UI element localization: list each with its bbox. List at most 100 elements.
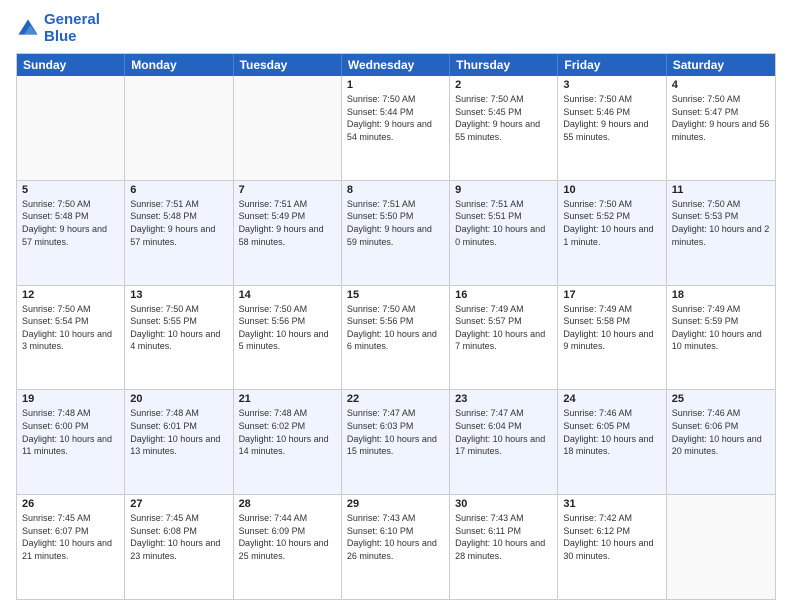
week-row: 1 Sunrise: 7:50 AMSunset: 5:44 PMDaylight… <box>17 76 775 180</box>
day-number: 21 <box>239 393 336 405</box>
week-row: 26 Sunrise: 7:45 AMSunset: 6:07 PMDayligh… <box>17 494 775 599</box>
day-cell <box>234 76 342 180</box>
day-number: 16 <box>455 289 552 301</box>
day-cell: 30Sunrise: 7:43 AMSunset: 6:11 PMDayligh… <box>450 495 558 599</box>
day-cell: 18 Sunrise: 7:49 AMSunset: 5:59 PMDayligh… <box>667 286 775 390</box>
calendar-page: General Blue SundayMondayTuesdayWednesda… <box>0 0 792 612</box>
day-number: 5 <box>22 184 119 196</box>
day-cell: 31 Sunrise: 7:42 AMSunset: 6:12 PMDayligh… <box>558 495 666 599</box>
day-cell: 6Sunrise: 7:51 AMSunset: 5:48 PMDaylight… <box>125 181 233 285</box>
day-cell: 13 Sunrise: 7:50 AMSunset: 5:55 PMDayligh… <box>125 286 233 390</box>
day-info: Sunrise: 7:42 AMSunset: 6:12 PMDaylight:… <box>563 512 660 562</box>
day-number: 7 <box>239 184 336 196</box>
day-number: 17 <box>563 289 660 301</box>
day-info: Sunrise: 7:50 AMSunset: 5:47 PMDaylight:… <box>672 93 770 143</box>
day-number: 25 <box>672 393 770 405</box>
day-cell: 17 Sunrise: 7:49 AMSunset: 5:58 PMDayligh… <box>558 286 666 390</box>
day-cell: 19Sunrise: 7:48 AMSunset: 6:00 PMDayligh… <box>17 390 125 494</box>
day-cell: 9Sunrise: 7:51 AMSunset: 5:51 PMDaylight… <box>450 181 558 285</box>
week-row: 5 Sunrise: 7:50 AMSunset: 5:48 PMDaylight… <box>17 180 775 285</box>
day-number: 18 <box>672 289 770 301</box>
day-number: 26 <box>22 498 119 510</box>
day-cell: 3 Sunrise: 7:50 AMSunset: 5:46 PMDaylight… <box>558 76 666 180</box>
day-info: Sunrise: 7:50 AMSunset: 5:45 PMDaylight:… <box>455 93 552 143</box>
day-info: Sunrise: 7:51 AMSunset: 5:49 PMDaylight:… <box>239 198 336 248</box>
day-header-saturday: Saturday <box>667 54 775 76</box>
day-number: 11 <box>672 184 770 196</box>
day-info: Sunrise: 7:50 AMSunset: 5:44 PMDaylight:… <box>347 93 444 143</box>
day-cell: 2Sunrise: 7:50 AMSunset: 5:45 PMDaylight… <box>450 76 558 180</box>
day-cell: 25 Sunrise: 7:46 AMSunset: 6:06 PMDayligh… <box>667 390 775 494</box>
day-number: 10 <box>563 184 660 196</box>
day-info: Sunrise: 7:49 AMSunset: 5:57 PMDaylight:… <box>455 303 552 353</box>
day-number: 9 <box>455 184 552 196</box>
day-cell: 24Sunrise: 7:46 AMSunset: 6:05 PMDayligh… <box>558 390 666 494</box>
day-cell: 20 Sunrise: 7:48 AMSunset: 6:01 PMDayligh… <box>125 390 233 494</box>
day-cell: 10 Sunrise: 7:50 AMSunset: 5:52 PMDayligh… <box>558 181 666 285</box>
day-cell: 14Sunrise: 7:50 AMSunset: 5:56 PMDayligh… <box>234 286 342 390</box>
day-cell <box>17 76 125 180</box>
day-info: Sunrise: 7:46 AMSunset: 6:06 PMDaylight:… <box>672 407 770 457</box>
week-row: 19Sunrise: 7:48 AMSunset: 6:00 PMDayligh… <box>17 389 775 494</box>
logo: General Blue <box>16 12 100 45</box>
day-number: 28 <box>239 498 336 510</box>
day-cell: 29 Sunrise: 7:43 AMSunset: 6:10 PMDayligh… <box>342 495 450 599</box>
weeks-container: 1 Sunrise: 7:50 AMSunset: 5:44 PMDaylight… <box>17 76 775 599</box>
day-cell <box>125 76 233 180</box>
day-info: Sunrise: 7:49 AMSunset: 5:58 PMDaylight:… <box>563 303 660 353</box>
day-cell: 12Sunrise: 7:50 AMSunset: 5:54 PMDayligh… <box>17 286 125 390</box>
day-cell: 5 Sunrise: 7:50 AMSunset: 5:48 PMDaylight… <box>17 181 125 285</box>
calendar-grid: SundayMondayTuesdayWednesdayThursdayFrid… <box>16 53 776 600</box>
day-info: Sunrise: 7:50 AMSunset: 5:46 PMDaylight:… <box>563 93 660 143</box>
day-info: Sunrise: 7:50 AMSunset: 5:55 PMDaylight:… <box>130 303 227 353</box>
day-info: Sunrise: 7:43 AMSunset: 6:10 PMDaylight:… <box>347 512 444 562</box>
logo-text: General Blue <box>44 12 100 45</box>
day-header-wednesday: Wednesday <box>342 54 450 76</box>
day-number: 8 <box>347 184 444 196</box>
day-cell: 11 Sunrise: 7:50 AMSunset: 5:53 PMDayligh… <box>667 181 775 285</box>
day-info: Sunrise: 7:50 AMSunset: 5:56 PMDaylight:… <box>239 303 336 353</box>
header: General Blue <box>16 12 776 45</box>
day-cell: 4Sunrise: 7:50 AMSunset: 5:47 PMDaylight… <box>667 76 775 180</box>
logo-icon <box>16 17 40 41</box>
day-info: Sunrise: 7:48 AMSunset: 6:02 PMDaylight:… <box>239 407 336 457</box>
day-header-thursday: Thursday <box>450 54 558 76</box>
day-number: 20 <box>130 393 227 405</box>
day-info: Sunrise: 7:50 AMSunset: 5:56 PMDaylight:… <box>347 303 444 353</box>
day-info: Sunrise: 7:45 AMSunset: 6:08 PMDaylight:… <box>130 512 227 562</box>
day-info: Sunrise: 7:45 AMSunset: 6:07 PMDaylight:… <box>22 512 119 562</box>
day-header-monday: Monday <box>125 54 233 76</box>
day-cell: 22 Sunrise: 7:47 AMSunset: 6:03 PMDayligh… <box>342 390 450 494</box>
day-number: 1 <box>347 79 444 91</box>
day-info: Sunrise: 7:50 AMSunset: 5:52 PMDaylight:… <box>563 198 660 248</box>
day-info: Sunrise: 7:50 AMSunset: 5:53 PMDaylight:… <box>672 198 770 248</box>
day-number: 6 <box>130 184 227 196</box>
day-number: 29 <box>347 498 444 510</box>
day-header-friday: Friday <box>558 54 666 76</box>
day-number: 12 <box>22 289 119 301</box>
day-number: 30 <box>455 498 552 510</box>
day-info: Sunrise: 7:50 AMSunset: 5:48 PMDaylight:… <box>22 198 119 248</box>
day-number: 31 <box>563 498 660 510</box>
day-info: Sunrise: 7:49 AMSunset: 5:59 PMDaylight:… <box>672 303 770 353</box>
day-info: Sunrise: 7:48 AMSunset: 6:01 PMDaylight:… <box>130 407 227 457</box>
day-cell: 27 Sunrise: 7:45 AMSunset: 6:08 PMDayligh… <box>125 495 233 599</box>
day-number: 22 <box>347 393 444 405</box>
day-number: 23 <box>455 393 552 405</box>
day-number: 27 <box>130 498 227 510</box>
day-cell: 8Sunrise: 7:51 AMSunset: 5:50 PMDaylight… <box>342 181 450 285</box>
day-number: 13 <box>130 289 227 301</box>
day-cell: 1 Sunrise: 7:50 AMSunset: 5:44 PMDaylight… <box>342 76 450 180</box>
day-cell: 7 Sunrise: 7:51 AMSunset: 5:49 PMDaylight… <box>234 181 342 285</box>
day-info: Sunrise: 7:47 AMSunset: 6:04 PMDaylight:… <box>455 407 552 457</box>
day-cell: 26 Sunrise: 7:45 AMSunset: 6:07 PMDayligh… <box>17 495 125 599</box>
day-number: 24 <box>563 393 660 405</box>
day-number: 15 <box>347 289 444 301</box>
day-cell <box>667 495 775 599</box>
day-cell: 23 Sunrise: 7:47 AMSunset: 6:04 PMDayligh… <box>450 390 558 494</box>
day-header-sunday: Sunday <box>17 54 125 76</box>
day-number: 3 <box>563 79 660 91</box>
day-info: Sunrise: 7:47 AMSunset: 6:03 PMDaylight:… <box>347 407 444 457</box>
day-info: Sunrise: 7:48 AMSunset: 6:00 PMDaylight:… <box>22 407 119 457</box>
day-cell: 15 Sunrise: 7:50 AMSunset: 5:56 PMDayligh… <box>342 286 450 390</box>
